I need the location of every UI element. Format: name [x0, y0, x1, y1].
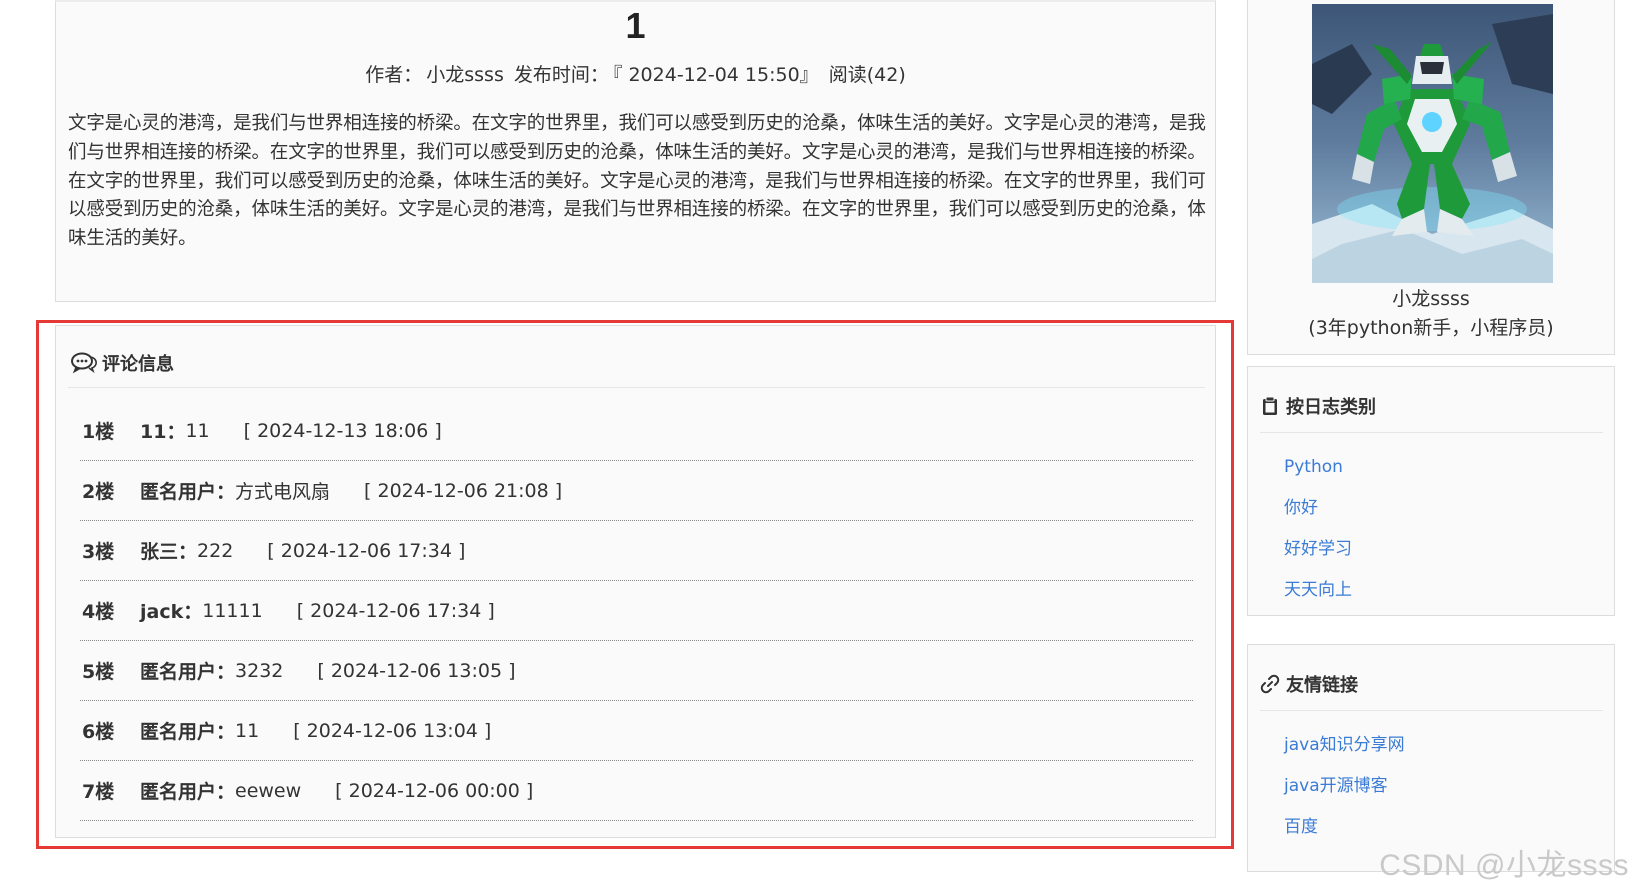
comment-floor: 5楼: [82, 661, 115, 683]
comment-floor: 1楼: [82, 421, 115, 443]
comment-date: [ 2024-12-06 00:00 ]: [335, 779, 534, 802]
link-icon: [1260, 674, 1280, 693]
category-header: 按日志类别: [1260, 379, 1603, 433]
category-box: 按日志类别 Python 你好 好好学习 天天向上: [1247, 366, 1615, 616]
comment-text: 11: [185, 419, 210, 442]
friend-link-java-blog[interactable]: java开源博客: [1284, 766, 1405, 807]
comment-date: [ 2024-12-06 13:05 ]: [317, 659, 516, 682]
robot-avatar[interactable]: [1312, 4, 1553, 283]
comment-user: 匿名用户：: [140, 481, 236, 503]
blog-page: 1 作者： 小龙ssss 发布时间：『 2024-12-04 15:50』 阅读(…: [0, 0, 1637, 890]
read-count: 阅读(42): [828, 64, 906, 86]
list-item: 7楼 匿名用户： eewew [ 2024-12-06 00:00 ]: [80, 761, 1193, 821]
list-item: 6楼 匿名用户： 11 [ 2024-12-06 13:04 ]: [80, 701, 1193, 761]
comment-floor: 3楼: [82, 541, 115, 563]
profile-description: (3年python新手，小程序员): [1308, 317, 1554, 339]
comment-floor: 4楼: [82, 601, 115, 623]
comment-floor: 2楼: [82, 481, 115, 503]
comment-date: [ 2024-12-06 13:04 ]: [293, 719, 492, 742]
comments-header: 评论信息: [68, 338, 1205, 388]
list-item: 3楼 张三： 222 [ 2024-12-06 17:34 ]: [80, 521, 1193, 581]
article-title: 1: [625, 5, 646, 46]
comments-panel: 评论信息 1楼 11： 11 [ 2024-12-13 18:06 ] 2楼 匿…: [55, 325, 1216, 838]
friend-link-java-share[interactable]: java知识分享网: [1284, 725, 1405, 766]
article-meta: 作者： 小龙ssss 发布时间：『 2024-12-04 15:50』 阅读(42…: [56, 60, 1215, 87]
comment-date: [ 2024-12-06 17:34 ]: [267, 539, 466, 562]
article-body: 文字是心灵的港湾，是我们与世界相连接的桥梁。在文字的世界里，我们可以感受到历史的…: [68, 113, 1206, 250]
links-title: 友情链接: [1286, 674, 1358, 696]
comment-user: 张三：: [140, 541, 198, 563]
comment-floor: 6楼: [82, 721, 115, 743]
published-label: 发布时间：: [513, 64, 609, 86]
article-panel: 1 作者： 小龙ssss 发布时间：『 2024-12-04 15:50』 阅读(…: [55, 0, 1216, 302]
category-title: 按日志类别: [1286, 396, 1376, 418]
links-list: java知识分享网 java开源博客 百度: [1284, 725, 1405, 848]
comment-user: 匿名用户：: [140, 721, 236, 743]
list-item: 1楼 11： 11 [ 2024-12-13 18:06 ]: [80, 401, 1193, 461]
watermark: CSDN @小龙ssss: [1379, 849, 1629, 882]
category-link-study[interactable]: 好好学习: [1284, 529, 1352, 570]
comment-text: 222: [197, 539, 234, 562]
comment-text: eewew: [235, 779, 302, 802]
comment-date: [ 2024-12-06 21:08 ]: [364, 479, 563, 502]
comment-icon: [71, 352, 97, 373]
profile-name: 小龙ssss: [1392, 288, 1470, 310]
list-item: 2楼 匿名用户： 方式电风扇 [ 2024-12-06 21:08 ]: [80, 461, 1193, 521]
comment-text: 11: [235, 719, 260, 742]
profile-card: 小龙ssss (3年python新手，小程序员): [1247, 0, 1615, 355]
category-link-python[interactable]: Python: [1284, 447, 1352, 488]
comment-user: jack：: [140, 601, 203, 623]
comment-date: [ 2024-12-06 17:34 ]: [296, 599, 495, 622]
comments-title: 评论信息: [102, 353, 174, 375]
robot-illustration: [1312, 4, 1553, 283]
author-label: 作者：: [365, 64, 423, 86]
author-name: 小龙ssss: [426, 64, 504, 86]
comment-text: 3232: [235, 659, 284, 682]
clipboard-icon: [1263, 396, 1277, 415]
comment-text: 11111: [202, 599, 263, 622]
comment-date: [ 2024-12-13 18:06 ]: [243, 419, 442, 442]
list-item: 4楼 jack： 11111 [ 2024-12-06 17:34 ]: [80, 581, 1193, 641]
comment-user: 匿名用户：: [140, 781, 236, 803]
category-list: Python 你好 好好学习 天天向上: [1284, 447, 1352, 611]
comment-text: 方式电风扇: [235, 481, 331, 503]
comment-floor: 7楼: [82, 781, 115, 803]
published-date: 『 2024-12-04 15:50』: [612, 64, 819, 86]
comment-user: 11：: [140, 421, 186, 443]
category-link-nihao[interactable]: 你好: [1284, 488, 1352, 529]
comment-list: 1楼 11： 11 [ 2024-12-13 18:06 ] 2楼 匿名用户： …: [80, 401, 1193, 821]
comment-user: 匿名用户：: [140, 661, 236, 683]
category-link-daily[interactable]: 天天向上: [1284, 570, 1352, 611]
links-box: 友情链接 java知识分享网 java开源博客 百度: [1247, 644, 1615, 872]
links-header: 友情链接: [1260, 657, 1603, 711]
list-item: 5楼 匿名用户： 3232 [ 2024-12-06 13:05 ]: [80, 641, 1193, 701]
